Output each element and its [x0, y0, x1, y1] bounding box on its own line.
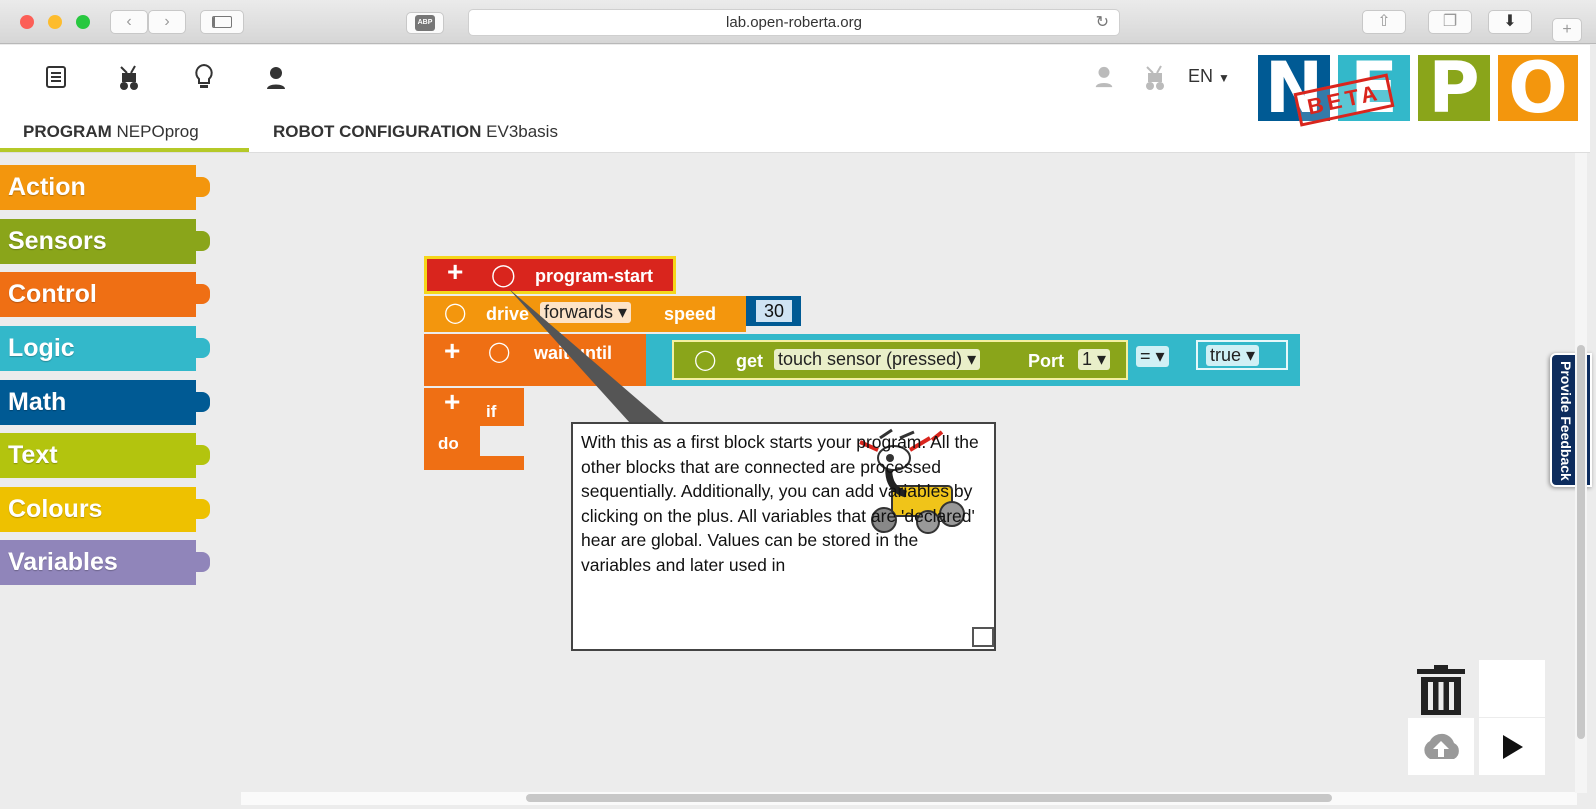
sidebar-toggle-button[interactable] [200, 10, 244, 34]
get-sensor-block[interactable]: ◯ get touch sensor (pressed) ▾ Port 1 ▾ [672, 340, 1128, 380]
reload-icon[interactable]: ↻ [1096, 10, 1109, 35]
tooltip-text: With this as a first block starts your p… [581, 432, 979, 575]
category-action[interactable]: Action [0, 165, 210, 210]
tabs-overview-button[interactable]: ❐ [1428, 10, 1472, 34]
language-selector[interactable]: EN ▼ [1188, 66, 1230, 87]
back-button[interactable]: ‹ [110, 10, 148, 34]
tooltip-pointer [508, 288, 665, 423]
get-label: get [736, 351, 763, 371]
adblock-icon: ABP [415, 15, 435, 31]
chevron-down-icon: ▼ [1218, 71, 1230, 85]
if-label: if [486, 402, 497, 421]
forward-button[interactable]: › [148, 10, 186, 34]
user-status-icon [1095, 66, 1113, 88]
adblock-button[interactable]: ABP [406, 12, 444, 34]
boolean-dropdown[interactable]: true ▾ [1206, 345, 1260, 366]
port-value: 1 [1082, 349, 1093, 369]
vertical-scrollbar[interactable] [1575, 153, 1587, 793]
category-variables[interactable]: Variables [0, 540, 210, 585]
operator-dropdown[interactable]: = ▾ [1136, 346, 1169, 367]
language-label: EN [1188, 66, 1214, 86]
boolean-block[interactable]: true ▾ [1196, 340, 1288, 370]
browser-chrome: ‹ › ABP lab.open-roberta.org ↻ ⇧ ❐ ⬇ + [0, 0, 1596, 44]
play-icon [1503, 735, 1523, 759]
boolean-value: true [1210, 345, 1242, 365]
plus-icon[interactable]: + [444, 386, 460, 418]
vertical-scrollbar-thumb[interactable] [1577, 345, 1585, 739]
url-text: lab.open-roberta.org [726, 14, 862, 31]
tab-program-name: NEPOprog [116, 122, 199, 141]
nepo-logo: N E P O BETA [1258, 53, 1588, 127]
tab-config-name: EV3basis [486, 122, 558, 141]
tab-robot-configuration[interactable]: ROBOT CONFIGURATION EV3basis [273, 121, 558, 153]
horizontal-scrollbar-thumb[interactable] [526, 794, 1332, 802]
user-icon[interactable] [264, 65, 288, 91]
speed-number-block[interactable]: 30 [746, 296, 801, 326]
sidebar-icon [212, 16, 232, 28]
share-icon: ⇧ [1377, 13, 1391, 30]
category-sensors[interactable]: Sensors [0, 219, 210, 264]
tool-slot-blank [1479, 660, 1545, 717]
speed-value[interactable]: 30 [756, 300, 792, 322]
active-tab-indicator [0, 148, 249, 152]
category-control[interactable]: Control [0, 272, 210, 317]
close-window-button[interactable] [20, 15, 34, 29]
category-text[interactable]: Text [0, 433, 210, 478]
tab-program-title: PROGRAM [23, 122, 112, 141]
share-button[interactable]: ⇧ [1362, 10, 1406, 34]
logo-letter-p: P [1418, 53, 1490, 123]
do-label: do [438, 434, 459, 453]
horizontal-scrollbar[interactable] [241, 792, 1577, 805]
run-program-button[interactable] [1479, 718, 1545, 775]
sensor-dropdown[interactable]: touch sensor (pressed) ▾ [774, 349, 981, 370]
robot-status-icon [1146, 65, 1164, 90]
address-bar[interactable]: lab.open-roberta.org ↻ [468, 9, 1120, 36]
download-icon: ⬇ [1503, 13, 1517, 30]
tabs-icon: ❐ [1442, 13, 1458, 30]
downloads-button[interactable]: ⬇ [1488, 10, 1532, 34]
cloud-upload-icon [1424, 733, 1459, 759]
sensor-value: touch sensor (pressed) [778, 349, 963, 369]
port-dropdown[interactable]: 1 ▾ [1078, 349, 1111, 370]
help-tooltip: With this as a first block starts your p… [571, 422, 996, 651]
tab-config-title: ROBOT CONFIGURATION [273, 122, 482, 141]
robot-icon[interactable] [115, 63, 145, 91]
plus-icon[interactable]: + [447, 256, 463, 288]
minimize-window-button[interactable] [48, 15, 62, 29]
upload-button[interactable] [1408, 718, 1474, 775]
category-logic[interactable]: Logic [0, 326, 210, 371]
lightbulb-help-icon[interactable]: ◯ [444, 300, 466, 325]
menu-list-icon[interactable] [44, 65, 68, 89]
plus-icon[interactable]: + [444, 335, 460, 367]
do-slot [480, 426, 524, 456]
feedback-label: Provide Feedback [1558, 361, 1574, 481]
category-colours[interactable]: Colours [0, 487, 210, 532]
zoom-window-button[interactable] [76, 15, 90, 29]
lightbulb-icon[interactable] [192, 63, 216, 91]
trash-icon[interactable] [1415, 665, 1467, 717]
new-tab-button[interactable]: + [1552, 18, 1582, 42]
category-math[interactable]: Math [0, 380, 210, 425]
operator-value: = [1140, 346, 1151, 366]
resize-icon[interactable] [972, 627, 994, 647]
port-label: Port [1028, 351, 1064, 371]
logo-letter-o: O [1498, 53, 1578, 123]
